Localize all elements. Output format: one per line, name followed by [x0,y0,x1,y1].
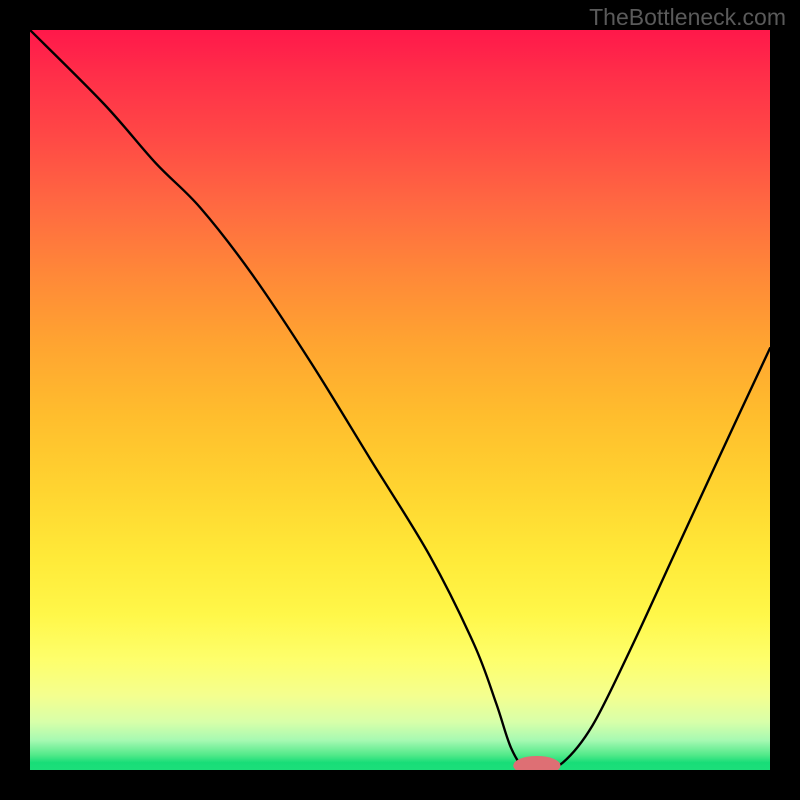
optimum-marker [513,756,560,770]
chart-svg [30,30,770,770]
watermark-text: TheBottleneck.com [589,4,786,31]
plot-area [30,30,770,770]
bottleneck-curve [30,30,770,770]
chart-container: TheBottleneck.com [0,0,800,800]
